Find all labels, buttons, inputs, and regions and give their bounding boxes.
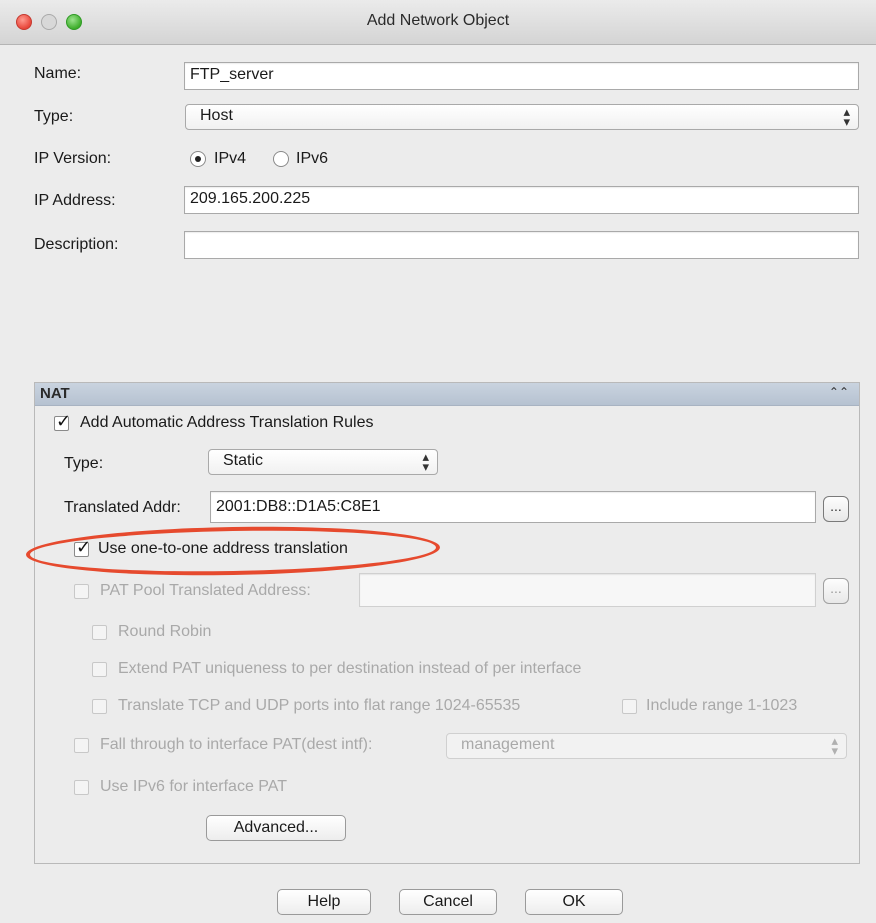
fall-through-select-value: management [461,736,555,753]
fall-through-label: Fall through to interface PAT(dest intf)… [100,736,373,753]
type-select[interactable]: Host ▴ ▾ [185,104,859,130]
include-range-checkbox[interactable] [622,699,637,714]
translate-ports-label: Translate TCP and UDP ports into flat ra… [118,697,521,714]
include-range-label: Include range 1-1023 [646,697,798,714]
fall-through-checkbox[interactable] [74,738,89,753]
one-to-one-checkbox[interactable]: ✓ [74,537,91,557]
help-button[interactable]: Help [277,889,371,915]
nat-title: NAT [40,385,70,402]
select-arrows-icon: ▴ ▾ [843,104,850,129]
type-select-value: Host [200,107,233,124]
name-field[interactable]: FTP_server [184,62,859,90]
ipv6-label: IPv6 [296,150,329,167]
title-bar: Add Network Object [0,0,876,45]
translated-addr-field[interactable]: 2001:DB8::D1A5:C8E1 [210,491,816,523]
ip-address-field[interactable]: 209.165.200.225 [184,186,859,214]
cancel-button[interactable]: Cancel [399,889,497,915]
select-arrows-icon: ▴ ▾ [831,733,838,758]
pat-pool-browse-button[interactable]: ... [823,578,849,604]
ip-version-label: IP Version: [34,150,112,167]
ipv4-radio[interactable] [190,151,206,167]
translate-ports-checkbox[interactable] [92,699,107,714]
name-label: Name: [34,65,82,82]
select-arrows-icon: ▴ ▾ [422,449,429,474]
translated-addr-label: Translated Addr: [64,499,181,516]
extend-pat-checkbox[interactable] [92,662,107,677]
checkmark-icon: ✓ [56,411,72,431]
add-auto-rules-label: Add Automatic Address Translation Rules [80,414,374,431]
ipv4-label: IPv4 [214,150,247,167]
nat-type-select-value: Static [223,452,264,469]
translated-addr-browse-button[interactable]: ... [823,496,849,522]
one-to-one-label: Use one-to-one address translation [98,540,348,557]
checkmark-icon: ✓ [76,537,92,557]
fall-through-select[interactable]: management ▴ ▾ [446,733,847,759]
extend-pat-label: Extend PAT uniqueness to per destination… [118,660,582,677]
round-robin-label: Round Robin [118,623,212,640]
ipv6-radio[interactable] [273,151,289,167]
description-label: Description: [34,236,119,253]
ok-button[interactable]: OK [525,889,623,915]
use-ipv6-label: Use IPv6 for interface PAT [100,778,288,795]
nat-type-label: Type: [64,455,104,472]
pat-pool-field[interactable] [359,573,816,607]
type-label: Type: [34,108,74,125]
ip-address-label: IP Address: [34,192,116,209]
nat-panel-header[interactable]: NAT ⌃⌃ [35,383,859,406]
use-ipv6-checkbox[interactable] [74,780,89,795]
advanced-button[interactable]: Advanced... [206,815,346,841]
round-robin-checkbox[interactable] [92,625,107,640]
collapse-chevron-icon[interactable]: ⌃⌃ [829,385,849,399]
nat-type-select[interactable]: Static ▴ ▾ [208,449,438,475]
window-title: Add Network Object [366,12,510,29]
pat-pool-label: PAT Pool Translated Address: [100,582,311,599]
add-auto-rules-checkbox[interactable]: ✓ [54,411,71,431]
pat-pool-checkbox[interactable] [74,584,89,599]
description-field[interactable] [184,231,859,259]
